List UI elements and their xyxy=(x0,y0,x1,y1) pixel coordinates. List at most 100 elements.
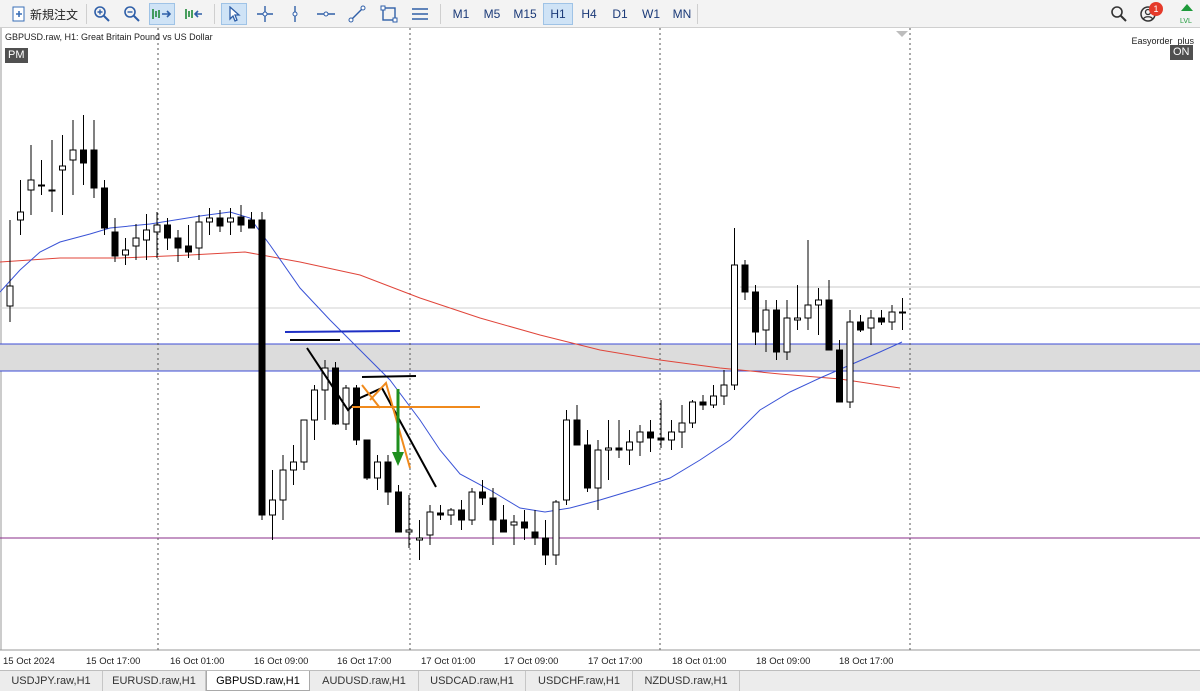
candle-body xyxy=(80,149,87,164)
candle-body xyxy=(416,537,423,541)
drawn-blue-line xyxy=(284,330,401,333)
symbol-tab-usdcad[interactable]: USDCAD.raw,H1 xyxy=(419,671,526,691)
candle-body xyxy=(227,217,234,223)
new-order-icon xyxy=(12,6,26,22)
search-icon[interactable] xyxy=(1108,3,1130,25)
candle-body xyxy=(720,384,728,397)
candle-body xyxy=(353,387,360,441)
candle-body xyxy=(636,431,644,443)
candle-body xyxy=(195,221,203,249)
candle-body xyxy=(888,311,896,323)
candle-body xyxy=(164,224,171,239)
time-axis-label: 17 Oct 17:00 xyxy=(588,656,642,667)
candle-body xyxy=(521,521,528,529)
candle-body xyxy=(836,349,843,403)
candle-body xyxy=(804,304,812,319)
timeframe-m1[interactable]: M1 xyxy=(446,3,476,25)
candle-body xyxy=(248,219,255,229)
candle-body xyxy=(426,511,434,536)
candle-body xyxy=(825,299,833,351)
candle-body xyxy=(300,419,308,463)
down-arrow-head xyxy=(392,452,404,466)
candle-body xyxy=(678,422,686,433)
notification-badge: 1 xyxy=(1149,2,1163,16)
candle-body xyxy=(290,461,297,471)
candle-body xyxy=(479,491,486,499)
candle-body xyxy=(731,264,738,386)
new-order-button[interactable]: 新規注文 xyxy=(6,3,84,25)
candle-body xyxy=(6,285,14,307)
candle-body xyxy=(405,529,413,533)
symbol-tab-usdjpy[interactable]: USDJPY.raw,H1 xyxy=(0,671,103,691)
zoom-in-icon[interactable] xyxy=(91,3,113,25)
timeframe-d1[interactable]: D1 xyxy=(605,3,635,25)
timeframe-mn[interactable]: MN xyxy=(667,3,697,25)
session-badge: PM xyxy=(5,48,28,63)
candle-body xyxy=(489,497,497,521)
time-axis-label: 16 Oct 17:00 xyxy=(337,656,391,667)
candle-body xyxy=(468,491,476,521)
zoom-out-icon[interactable] xyxy=(121,3,143,25)
candle-body xyxy=(668,431,675,441)
candle-body xyxy=(542,537,549,556)
symbol-tab-audusd[interactable]: AUDUSD.raw,H1 xyxy=(310,671,419,691)
candle-body xyxy=(773,309,780,353)
vertical-line-icon[interactable] xyxy=(284,3,306,25)
timeframe-w1[interactable]: W1 xyxy=(636,3,666,25)
time-axis-label: 16 Oct 09:00 xyxy=(254,656,308,667)
symbol-tab-usdchf[interactable]: USDCHF.raw,H1 xyxy=(526,671,633,691)
candle-body xyxy=(647,431,654,439)
new-order-label: 新規注文 xyxy=(29,7,78,22)
symbol-tab-nzdusd[interactable]: NZDUSD.raw,H1 xyxy=(633,671,740,691)
symbol-tab-eurusd[interactable]: EURUSD.raw,H1 xyxy=(103,671,206,691)
timeframe-m5[interactable]: M5 xyxy=(477,3,507,25)
drawn-black-line xyxy=(361,375,417,378)
candle-body xyxy=(752,291,759,333)
candle-body xyxy=(437,512,444,516)
candle-body xyxy=(899,311,906,314)
chart-area[interactable]: 15 Oct 2024 15 Oct 17:00 16 Oct 01:00 16 Oc… xyxy=(0,28,1200,670)
candle-body xyxy=(699,401,707,406)
price-chart[interactable]: 15 Oct 2024 15 Oct 17:00 16 Oct 01:00 16 Oc… xyxy=(0,28,1200,670)
time-axis-label: 18 Oct 17:00 xyxy=(839,656,893,667)
cursor-icon[interactable] xyxy=(221,3,247,25)
candle-body xyxy=(594,449,602,489)
candle-body xyxy=(38,184,45,187)
time-axis-label: 15 Oct 17:00 xyxy=(86,656,140,667)
candle-body xyxy=(741,264,749,293)
autoscroll-icon[interactable] xyxy=(149,3,175,25)
candle-body xyxy=(363,439,371,479)
candle-body xyxy=(857,321,864,331)
timeframe-h4[interactable]: H4 xyxy=(574,3,604,25)
candle-body xyxy=(258,219,266,516)
scroll-marker xyxy=(896,31,908,37)
candle-body xyxy=(311,389,318,421)
trendline-icon[interactable] xyxy=(346,3,368,25)
candle-body xyxy=(269,499,276,516)
timeframe-m15[interactable]: M15 xyxy=(508,3,542,25)
candle-body xyxy=(563,419,570,501)
time-axis-label: 17 Oct 01:00 xyxy=(421,656,475,667)
candle-body xyxy=(27,179,35,191)
candle-body xyxy=(794,317,801,321)
ea-status-badge[interactable]: ON xyxy=(1170,45,1193,60)
crosshair-icon[interactable] xyxy=(254,3,276,25)
candle-body xyxy=(878,317,885,323)
candle-body xyxy=(90,149,98,189)
timeframe-h1[interactable]: H1 xyxy=(543,3,573,25)
objects-menu-icon[interactable] xyxy=(409,3,431,25)
horizontal-line-icon[interactable] xyxy=(315,3,337,25)
symbol-tab-gbpusd[interactable]: GBPUSD.raw,H1 xyxy=(206,671,310,691)
candle-body xyxy=(552,501,560,556)
time-axis-label: 18 Oct 09:00 xyxy=(756,656,810,667)
candle-body xyxy=(657,437,665,441)
candle-body xyxy=(395,491,402,533)
chart-shift-icon[interactable] xyxy=(181,3,207,25)
candle-body xyxy=(153,224,161,233)
candle-body xyxy=(132,237,140,247)
candle-body xyxy=(762,309,770,331)
chart-header: GBPUSD.raw, H1: Great Britain Pound vs U… xyxy=(5,32,213,42)
toolbar: 新規注文 1 LVL M1 M5 M15 H1 H4 D1 W1 MN xyxy=(0,0,1200,28)
level-icon[interactable]: LVL xyxy=(1176,3,1198,25)
shapes-icon[interactable] xyxy=(378,3,400,25)
